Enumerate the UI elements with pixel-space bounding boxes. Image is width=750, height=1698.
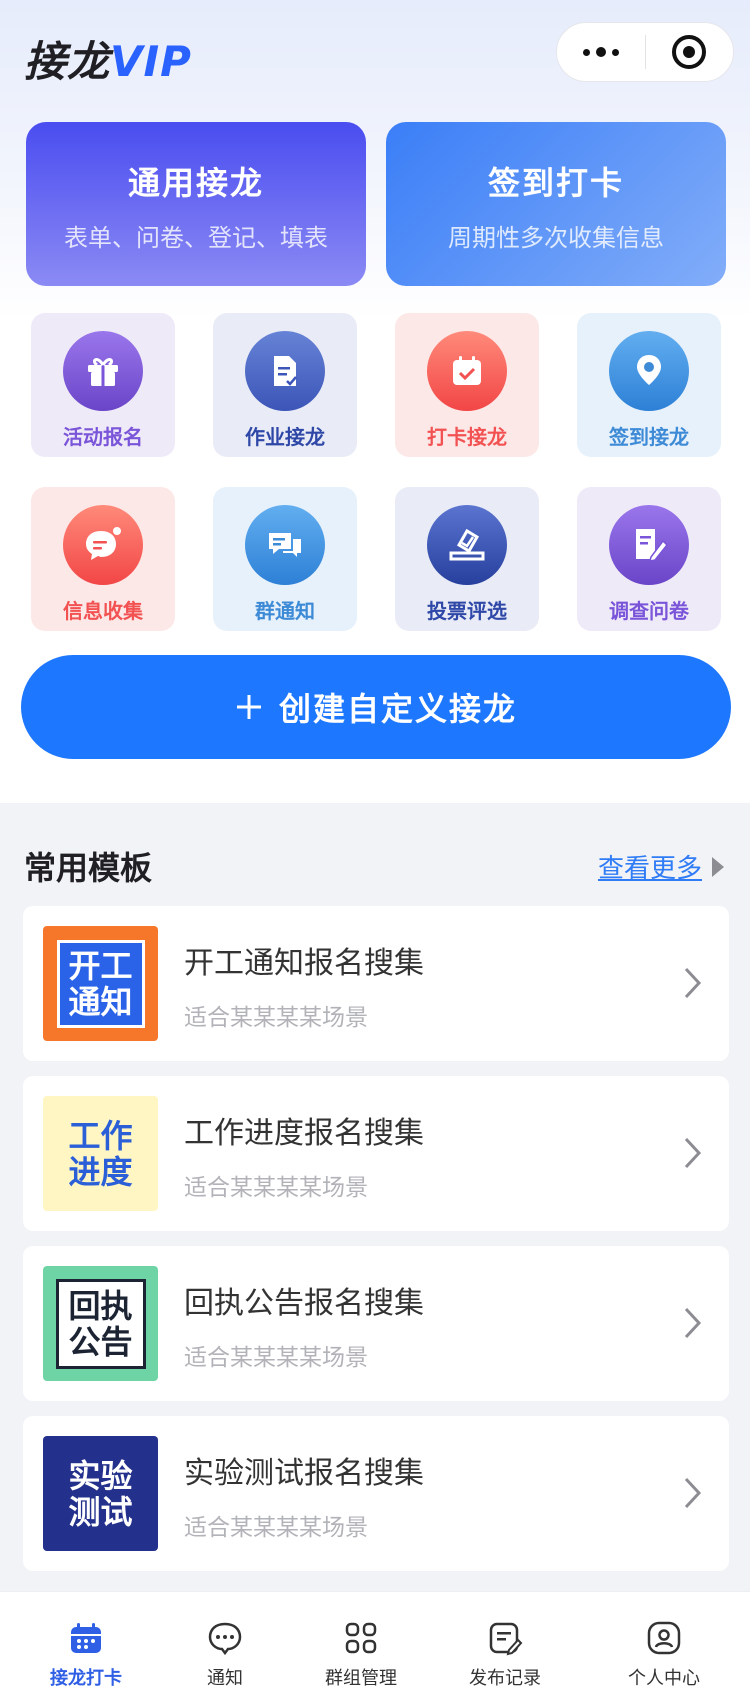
- template-desc: 适合某某某某场景: [184, 1175, 368, 1201]
- tab-bar: 接龙打卡 通知 群组管理 发布记录 个人中心: [0, 1591, 750, 1698]
- tab-label: 通知: [207, 1668, 243, 1689]
- record-icon: [489, 1622, 523, 1656]
- chevron-right-icon: [684, 1477, 702, 1509]
- plus-icon: [236, 695, 261, 719]
- close-button[interactable]: [646, 23, 734, 81]
- chevron-right-icon: [684, 967, 702, 999]
- tile-label: 投票评选: [427, 599, 507, 623]
- template-card[interactable]: 开工通知 开工通知报名搜集 适合某某某某场景: [23, 906, 729, 1061]
- template-thumbnail: 开工通知: [43, 926, 158, 1041]
- app-title-main: 接龙: [24, 37, 111, 86]
- tab-label: 群组管理: [325, 1668, 397, 1689]
- template-desc: 适合某某某某场景: [184, 1005, 368, 1031]
- card-title: 通用接龙: [127, 164, 264, 202]
- create-button-label: 创建自定义接龙: [278, 690, 517, 728]
- view-more-link[interactable]: 查看更多: [598, 848, 725, 885]
- card-title: 签到打卡: [487, 164, 624, 202]
- document-check-icon: [245, 331, 325, 411]
- template-card[interactable]: 工作进度 工作进度报名搜集 适合某某某某场景: [23, 1076, 729, 1231]
- tile-group-notice[interactable]: 群通知: [213, 487, 357, 631]
- gift-icon: [63, 331, 143, 411]
- target-icon: [672, 35, 707, 69]
- thumbnail-frame: 回执公告: [55, 1278, 146, 1369]
- tab-personal-center[interactable]: 个人中心: [599, 1592, 729, 1690]
- tab-label: 接龙打卡: [50, 1668, 122, 1689]
- template-name: 回执公告报名搜集: [184, 1286, 424, 1321]
- view-more-label: 查看更多: [598, 854, 703, 884]
- tile-homework[interactable]: 作业接龙: [213, 313, 357, 457]
- checkin-card[interactable]: 签到打卡 周期性多次收集信息: [386, 122, 726, 286]
- app-title-vip: VIP: [110, 37, 192, 86]
- mini-program-capsule: [556, 22, 734, 82]
- more-dots-icon: [582, 47, 619, 57]
- template-name: 开工通知报名搜集: [184, 946, 424, 981]
- user-icon: [647, 1621, 681, 1655]
- triangle-right-icon: [712, 856, 725, 877]
- template-thumbnail: 工作进度: [43, 1096, 158, 1211]
- general-jielong-card[interactable]: 通用接龙 表单、问卷、登记、填表: [26, 122, 366, 286]
- template-card[interactable]: 实验测试 实验测试报名搜集 适合某某某某场景: [23, 1416, 729, 1571]
- create-custom-button[interactable]: 创建自定义接龙: [21, 655, 731, 759]
- template-card[interactable]: 回执公告 回执公告报名搜集 适合某某某某场景: [23, 1246, 729, 1401]
- thumbnail-text: 工作进度: [68, 1116, 133, 1191]
- template-thumbnail: 实验测试: [43, 1436, 158, 1551]
- tile-label: 作业接龙: [245, 425, 325, 449]
- chat-icon: [208, 1622, 242, 1656]
- card-subtitle: 表单、问卷、登记、填表: [64, 224, 328, 252]
- template-desc: 适合某某某某场景: [184, 1345, 368, 1371]
- chat-bubbles-icon: [245, 505, 325, 585]
- location-pin-icon: [609, 331, 689, 411]
- chevron-right-icon: [684, 1307, 702, 1339]
- template-name: 工作进度报名搜集: [184, 1116, 424, 1151]
- tile-label: 签到接龙: [609, 425, 689, 449]
- tile-signin-jielong[interactable]: 签到接龙: [577, 313, 721, 457]
- app-title: 接龙VIP: [24, 28, 192, 89]
- tile-label: 活动报名: [63, 425, 143, 449]
- tile-activity-signup[interactable]: 活动报名: [31, 313, 175, 457]
- tile-label: 调查问卷: [609, 599, 689, 623]
- thumbnail-text: 开工通知: [68, 946, 133, 1021]
- tab-label: 个人中心: [628, 1668, 700, 1689]
- tile-info-collect[interactable]: 信息收集: [31, 487, 175, 631]
- calendar-icon: [71, 1623, 101, 1653]
- chevron-right-icon: [684, 1137, 702, 1169]
- calendar-check-icon: [427, 331, 507, 411]
- section-title: 常用模板: [24, 849, 153, 887]
- tile-survey[interactable]: 调查问卷: [577, 487, 721, 631]
- tab-publish-record[interactable]: 发布记录: [440, 1592, 570, 1690]
- tab-group-manage[interactable]: 群组管理: [296, 1592, 426, 1690]
- tile-checkin-jielong[interactable]: 打卡接龙: [395, 313, 539, 457]
- tile-vote[interactable]: 投票评选: [395, 487, 539, 631]
- tab-notice[interactable]: 通知: [160, 1592, 290, 1690]
- thumbnail-text: 回执公告: [68, 1286, 133, 1361]
- thumbnail-frame: 开工通知: [56, 939, 145, 1028]
- edit-form-icon: [609, 505, 689, 585]
- template-desc: 适合某某某某场景: [184, 1515, 368, 1541]
- tile-label: 群通知: [255, 599, 315, 623]
- message-bubble-icon: [63, 505, 143, 585]
- more-button[interactable]: [557, 23, 645, 81]
- tile-label: 信息收集: [63, 599, 143, 623]
- tile-label: 打卡接龙: [427, 425, 507, 449]
- template-name: 实验测试报名搜集: [184, 1456, 424, 1491]
- tab-jielong-checkin[interactable]: 接龙打卡: [21, 1592, 151, 1690]
- card-subtitle: 周期性多次收集信息: [448, 224, 664, 252]
- template-thumbnail: 回执公告: [43, 1266, 158, 1381]
- thumbnail-text: 实验测试: [68, 1456, 133, 1531]
- tab-label: 发布记录: [469, 1668, 541, 1689]
- ballot-icon: [427, 505, 507, 585]
- grid-icon: [345, 1622, 377, 1654]
